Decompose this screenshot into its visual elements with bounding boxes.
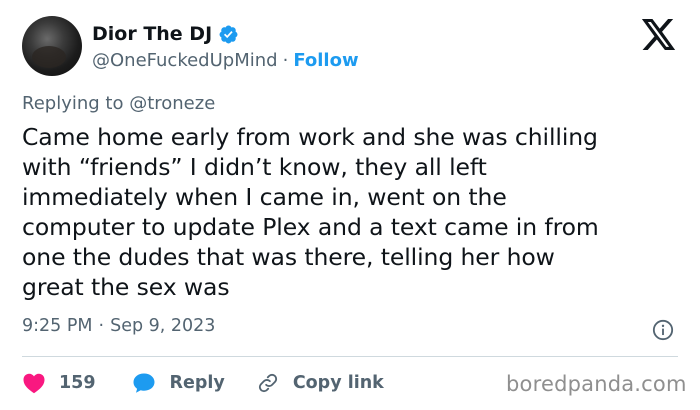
reply-button[interactable]: Reply xyxy=(132,372,225,394)
heart-icon xyxy=(23,373,45,394)
tweet-date[interactable]: Sep 9, 2023 xyxy=(110,316,215,336)
author-display-name[interactable]: Dior The DJ xyxy=(92,23,212,45)
like-button[interactable]: 159 xyxy=(22,372,96,394)
tweet-text: Came home early from work and she was ch… xyxy=(22,122,687,302)
verified-badge-icon xyxy=(219,25,238,43)
meta-separator: · xyxy=(98,316,105,336)
author-handle[interactable]: @OneFuckedUpMind xyxy=(92,50,278,71)
divider xyxy=(22,356,678,357)
handle-separator: · xyxy=(282,49,289,71)
copy-link-button[interactable]: Copy link xyxy=(257,372,384,394)
like-count: 159 xyxy=(59,373,96,393)
tweet-line: one the dudes that was there, telling he… xyxy=(22,243,555,271)
link-icon xyxy=(258,373,277,393)
reply-label: Reply xyxy=(169,373,225,393)
speech-bubble-icon xyxy=(133,373,155,393)
tweet-line: Came home early from work and she was ch… xyxy=(22,123,598,151)
copy-link-label: Copy link xyxy=(292,373,384,393)
author-name-row: Dior The DJ xyxy=(92,20,239,48)
action-bar: 159 Reply Copy link xyxy=(22,370,384,396)
avatar[interactable] xyxy=(22,16,82,76)
x-logo-icon[interactable] xyxy=(641,19,677,51)
author-handle-row: @OneFuckedUpMind · Follow xyxy=(92,47,359,73)
watermark: boredpanda.com xyxy=(506,372,687,396)
tweet-line: with “friends” I didn’t know, they all l… xyxy=(22,153,487,181)
tweet-line: computer to update Plex and a text came … xyxy=(22,213,599,241)
tweet-time[interactable]: 9:25 PM xyxy=(22,316,93,336)
replying-to-label: Replying to @troneze xyxy=(22,93,216,114)
follow-button[interactable]: Follow xyxy=(293,50,358,71)
info-icon[interactable] xyxy=(652,319,674,341)
tweet-line: immediately when I came in, went on the xyxy=(22,183,507,211)
avatar-shade xyxy=(32,46,66,68)
tweet-meta: 9:25 PM · Sep 9, 2023 xyxy=(22,316,215,336)
tweet-line: great the sex was xyxy=(22,273,230,301)
